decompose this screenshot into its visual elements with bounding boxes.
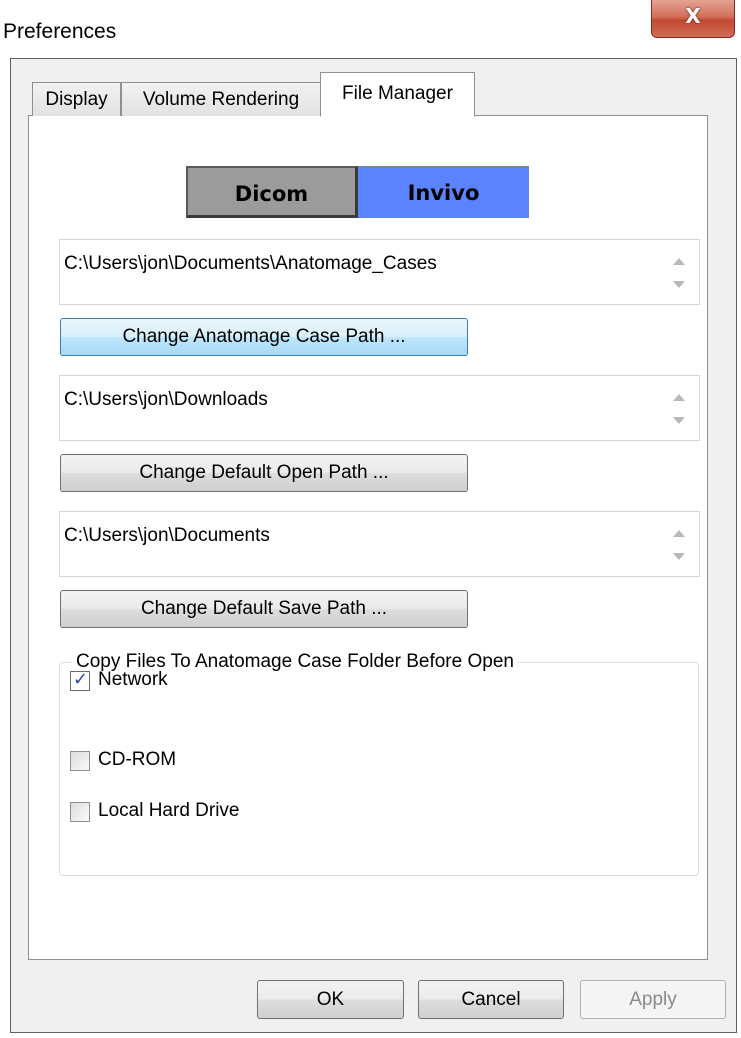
network-label[interactable]: Network (98, 669, 168, 691)
tab-volume-rendering[interactable]: Volume Rendering (121, 82, 321, 116)
close-button[interactable]: X (651, 0, 735, 38)
window-title: Preferences (3, 20, 117, 43)
network-checkbox[interactable]: ✓ (70, 669, 90, 691)
title-bar: Preferences X (0, 0, 741, 58)
scroll-down-icon[interactable] (673, 553, 685, 560)
dicom-toggle-button[interactable]: Dicom (186, 166, 358, 218)
case-path-field[interactable]: C:\Users\jon\Documents\Anatomage_Cases (59, 239, 700, 305)
open-path-scrollbar[interactable] (669, 384, 689, 434)
open-path-field[interactable]: C:\Users\jon\Downloads (59, 375, 700, 441)
apply-button: Apply (580, 980, 726, 1019)
cdrom-checkbox[interactable] (70, 751, 90, 771)
ok-button[interactable]: OK (257, 980, 404, 1019)
case-path-text: C:\Users\jon\Documents\Anatomage_Cases (64, 253, 437, 274)
change-open-path-button[interactable]: Change Default Open Path ... (60, 454, 468, 492)
cancel-button[interactable]: Cancel (418, 980, 564, 1019)
scroll-up-icon[interactable] (673, 258, 685, 265)
local-drive-label[interactable]: Local Hard Drive (98, 800, 240, 822)
scroll-down-icon[interactable] (673, 281, 685, 288)
local-drive-checkbox[interactable] (70, 802, 90, 822)
tab-file-manager[interactable]: File Manager (320, 72, 475, 117)
change-case-path-button[interactable]: Change Anatomage Case Path ... (60, 318, 468, 356)
save-path-text: C:\Users\jon\Documents (64, 525, 270, 546)
change-save-path-button[interactable]: Change Default Save Path ... (60, 590, 468, 628)
scroll-up-icon[interactable] (673, 530, 685, 537)
save-path-scrollbar[interactable] (669, 520, 689, 570)
scroll-down-icon[interactable] (673, 417, 685, 424)
open-path-text: C:\Users\jon\Downloads (64, 389, 268, 410)
cdrom-label[interactable]: CD-ROM (98, 749, 176, 771)
tab-display[interactable]: Display (32, 82, 121, 116)
invivo-toggle-button[interactable]: Invivo (358, 166, 529, 218)
scroll-up-icon[interactable] (673, 394, 685, 401)
close-icon: X (685, 4, 701, 28)
case-path-scrollbar[interactable] (669, 248, 689, 298)
checkmark-icon: ✓ (73, 669, 89, 690)
save-path-field[interactable]: C:\Users\jon\Documents (59, 511, 700, 577)
